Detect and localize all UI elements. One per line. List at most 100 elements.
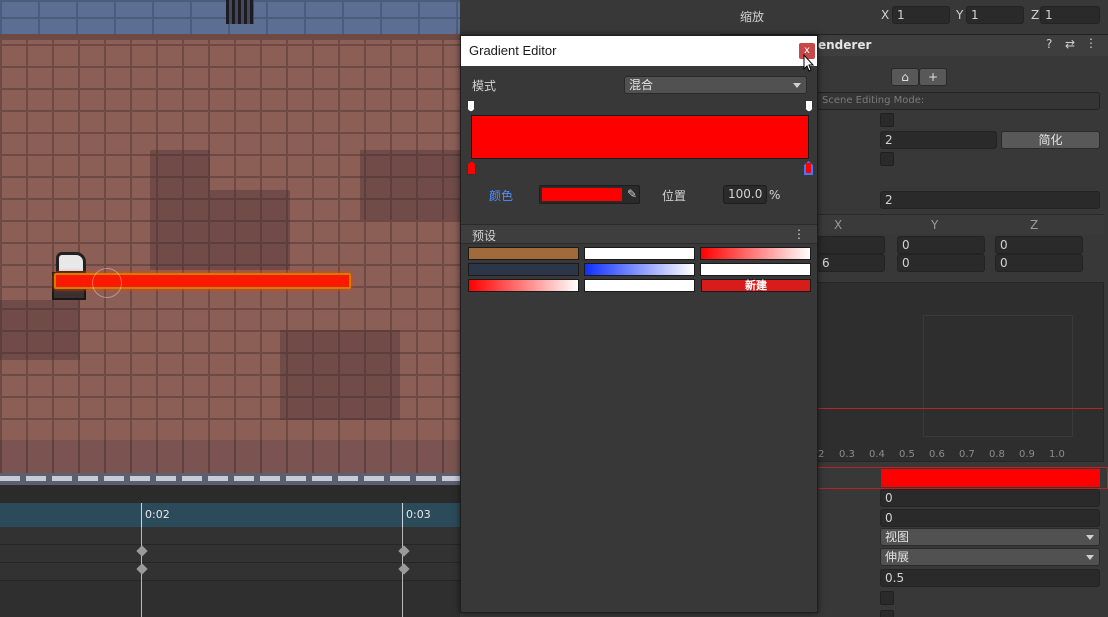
width-curve-editor[interactable] [817,282,1104,462]
position-y[interactable]: 0 [897,254,985,272]
position-x[interactable] [817,236,885,254]
position-x[interactable]: 6 [817,254,885,272]
scene-rail [0,473,460,485]
number-field[interactable]: 0 [880,489,1100,507]
axis-tick: 0.8 [989,449,1005,460]
gradient-editor-titlebar[interactable]: Gradient Editor x [461,36,817,72]
preset-icon[interactable]: ⇄ [1065,37,1075,51]
scene-gate [226,0,254,24]
timeline-tick: 0:02 [141,503,170,527]
presets-menu-icon[interactable]: ⋮ [793,226,805,242]
add-point-button[interactable]: + [919,68,947,86]
location-label: 位置 [662,189,687,203]
alpha-key-start[interactable] [467,100,475,112]
column-x: X [834,218,843,232]
window-title: Gradient Editor [469,43,557,58]
preset-swatch[interactable] [468,279,579,292]
scale-y-label: Y [956,8,964,22]
checkbox[interactable] [880,591,894,605]
scale-z-field[interactable]: 1 [1040,6,1100,24]
color-key-end[interactable] [804,161,813,175]
new-preset-button[interactable]: 新建 [701,279,811,292]
scale-x-field[interactable]: 1 [892,6,950,24]
scale-z-label: Z [1031,8,1040,22]
chevron-down-icon [1086,555,1094,560]
scale-label: 缩放 [740,10,765,24]
mouse-cursor-icon [803,54,815,72]
animation-timeline[interactable]: 0:02 0:03 [0,485,460,617]
axis-tick: 1.0 [1049,449,1065,460]
scene-editing-mode-bar: Scene Editing Mode: [817,92,1100,110]
preset-swatch[interactable] [468,247,579,260]
wall-shadow [210,190,290,270]
preset-swatch[interactable] [700,263,811,276]
color-gradient-field[interactable] [881,469,1100,487]
number-field[interactable]: 2 [880,191,1100,209]
preset-swatch[interactable] [700,247,811,260]
color-field[interactable]: ✎ [539,185,640,204]
position-z[interactable]: 0 [995,254,1083,272]
scale-x-label: X [881,8,890,22]
percent-label: % [769,188,781,202]
axis-tick: 0.7 [959,449,975,460]
scale-y-field[interactable]: 1 [966,6,1024,24]
scene-ledge [0,440,460,473]
mode-label: 模式 [472,79,497,93]
curve-line[interactable] [818,408,1103,409]
color-swatch [542,188,622,201]
scene-view[interactable] [0,0,460,485]
plus-icon: + [927,70,939,84]
eyedropper-icon[interactable]: ✎ [625,187,639,202]
column-y: Y [931,218,939,232]
position-y[interactable]: 0 [897,236,985,254]
timeline-top-strip [0,485,460,503]
number-field[interactable]: 0 [880,509,1100,527]
gradient-editor-window: Gradient Editor x 模式 混合 颜色 ✎ 位置 100.0 % … [460,35,818,613]
presets-header: 预设 ⋮ [461,224,817,244]
laser-glow [92,268,122,298]
checkbox[interactable] [880,152,894,166]
component-title: enderer [818,38,872,52]
context-menu-icon[interactable]: ⋮ [1085,36,1097,50]
color-key-start[interactable] [467,161,476,175]
texture-mode-dropdown[interactable]: 伸展 [880,548,1100,566]
scene-ceiling-edge [0,34,460,40]
preset-swatch[interactable] [468,263,579,276]
checkbox[interactable] [880,113,894,127]
axis-tick: 0.5 [899,449,915,460]
checkbox[interactable] [880,610,894,617]
preset-swatch[interactable] [584,247,695,260]
mode-value: 混合 [629,78,654,92]
axis-tick: 0.4 [869,449,885,460]
number-field[interactable]: 0.5 [880,569,1100,587]
timeline-row[interactable] [0,563,460,581]
wall-shadow [360,150,460,220]
column-z: Z [1030,218,1039,232]
player-head [56,252,86,274]
gradient-preview[interactable] [471,115,809,159]
texture-mode-value: 伸展 [885,550,910,564]
axis-tick: 0.3 [839,449,855,460]
timeline-tick: 0:03 [402,503,431,527]
preset-swatch[interactable] [584,263,695,276]
timeline-row[interactable] [0,545,460,563]
axis-tick: 2 [818,449,825,460]
edit-points-button[interactable]: ⌂ [891,68,919,86]
curve-grid [923,315,1073,437]
axis-tick: 0.9 [1019,449,1035,460]
mode-dropdown[interactable]: 混合 [624,76,807,94]
wall-shadow [150,150,210,270]
alpha-key-end[interactable] [805,100,813,112]
alignment-dropdown[interactable]: 视图 [880,528,1100,546]
number-field[interactable]: 2 [880,131,997,149]
timeline-row[interactable] [0,527,460,545]
help-icon[interactable]: ? [1046,37,1052,51]
presets-label: 预设 [472,229,497,243]
position-z[interactable]: 0 [995,236,1083,254]
positions-header: X Y Z [817,214,1104,234]
color-label: 颜色 [489,189,514,203]
timeline-ruler[interactable] [0,503,460,527]
location-field[interactable]: 100.0 [723,185,767,204]
preset-swatch[interactable] [584,279,695,292]
simplify-button[interactable]: 简化 [1001,131,1100,149]
